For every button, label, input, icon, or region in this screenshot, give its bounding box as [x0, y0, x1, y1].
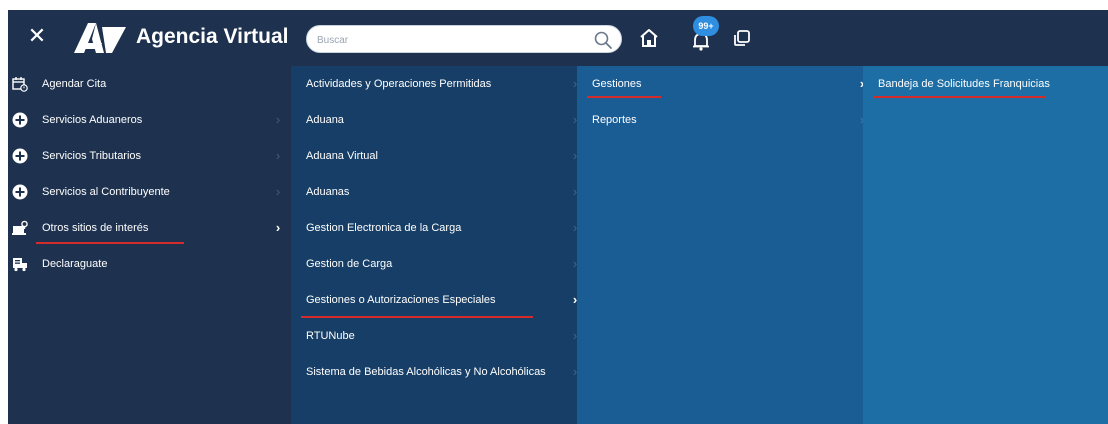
menu-item-label: Gestiones o Autorizaciones Especiales	[306, 294, 496, 306]
menu-item-label: Gestion de Carga	[306, 258, 393, 270]
links-icon	[12, 220, 28, 235]
agency-logo	[74, 23, 126, 53]
menu-item-otros-sitios[interactable]: Otros sitios de interés ›	[8, 210, 291, 246]
calendar-icon	[12, 77, 28, 92]
menu-item-rtunube[interactable]: RTUNube ›	[291, 318, 577, 354]
chevron-right-icon: ›	[275, 148, 281, 163]
menu-column-1: Agendar Cita Servicios Aduaneros › Servi…	[8, 66, 291, 424]
menu-item-label: Servicios al Contribuyente	[42, 186, 170, 198]
menu-item-label: Aduana Virtual	[306, 150, 378, 162]
menu-item-label: Servicios Tributarios	[42, 150, 142, 162]
close-icon[interactable]: ✕	[22, 22, 52, 52]
menu-item-aduana-virtual[interactable]: Aduana Virtual ›	[291, 138, 577, 174]
menu-item-label: Declaraguate	[42, 258, 108, 270]
selected-underline	[36, 242, 184, 244]
menu-item-reportes[interactable]: Reportes ›	[577, 102, 864, 138]
windows-icon[interactable]	[732, 28, 752, 48]
plus-circle-icon	[12, 184, 28, 200]
plus-circle-icon	[12, 112, 28, 128]
menu-item-aduanas[interactable]: Aduanas ›	[291, 174, 577, 210]
menu-item-gestion-electronica[interactable]: Gestion Electronica de la Carga ›	[291, 210, 577, 246]
menu-item-aduana[interactable]: Aduana ›	[291, 102, 577, 138]
menu-item-label: Aduana	[306, 114, 344, 126]
menu-item-label: Aduanas	[306, 186, 350, 198]
menu-item-label: Sistema de Bebidas Alcohólicas y No Alco…	[306, 366, 546, 378]
plus-circle-icon	[12, 148, 28, 164]
menu-item-label: RTUNube	[306, 330, 355, 342]
top-bar: ✕ Agencia Virtual 99+	[8, 10, 1108, 66]
menu-item-label: Agendar Cita	[42, 78, 107, 90]
menu-item-label: Gestion Electronica de la Carga	[306, 222, 462, 234]
selected-underline	[873, 96, 1045, 98]
notifications-button[interactable]: 99+	[686, 16, 722, 56]
search-icon[interactable]	[593, 30, 613, 50]
menu-item-label: Reportes	[592, 114, 637, 126]
menu-item-label: Bandeja de Solicitudes Franquicias	[878, 78, 1050, 90]
chevron-right-icon: ›	[275, 112, 281, 127]
menu-item-declaraguate[interactable]: Declaraguate	[8, 246, 291, 282]
menu-item-gestion-carga[interactable]: Gestion de Carga ›	[291, 246, 577, 282]
menu-item-bandeja-franquicias[interactable]: Bandeja de Solicitudes Franquicias	[863, 66, 1108, 102]
menu-item-servicios-contribuyente[interactable]: Servicios al Contribuyente ›	[8, 174, 291, 210]
home-icon[interactable]	[638, 27, 660, 49]
menu-item-label: Gestiones	[592, 78, 642, 90]
menu-item-bebidas[interactable]: Sistema de Bebidas Alcohólicas y No Alco…	[291, 354, 577, 390]
agencia-virtual-window: ✕ Agencia Virtual 99+	[8, 10, 1108, 424]
app-title: Agencia Virtual	[136, 25, 289, 48]
menu-item-gestiones[interactable]: Gestiones ›	[577, 66, 864, 102]
chevron-right-icon: ›	[275, 184, 281, 199]
menu-column-2: Actividades y Operaciones Permitidas › A…	[291, 66, 577, 424]
search-input[interactable]	[317, 30, 577, 50]
menu-column-4: Bandeja de Solicitudes Franquicias	[863, 66, 1108, 424]
menu-item-label: Otros sitios de interés	[42, 222, 149, 234]
menu-item-gestiones-autorizaciones[interactable]: Gestiones o Autorizaciones Especiales ›	[291, 282, 577, 318]
truck-icon	[13, 258, 27, 272]
menu-item-servicios-tributarios[interactable]: Servicios Tributarios ›	[8, 138, 291, 174]
chevron-right-icon: ›	[275, 220, 281, 235]
selected-underline	[587, 96, 661, 98]
notification-badge: 99+	[693, 16, 719, 36]
menu-item-servicios-aduaneros[interactable]: Servicios Aduaneros ›	[8, 102, 291, 138]
menu-item-label: Servicios Aduaneros	[42, 114, 143, 126]
menu-item-label: Actividades y Operaciones Permitidas	[306, 78, 492, 90]
menu-item-agendar-cita[interactable]: Agendar Cita	[8, 66, 291, 102]
menu-column-3: Gestiones › Reportes ›	[577, 66, 864, 424]
menu-item-actividades[interactable]: Actividades y Operaciones Permitidas ›	[291, 66, 577, 102]
search-box	[306, 25, 622, 53]
